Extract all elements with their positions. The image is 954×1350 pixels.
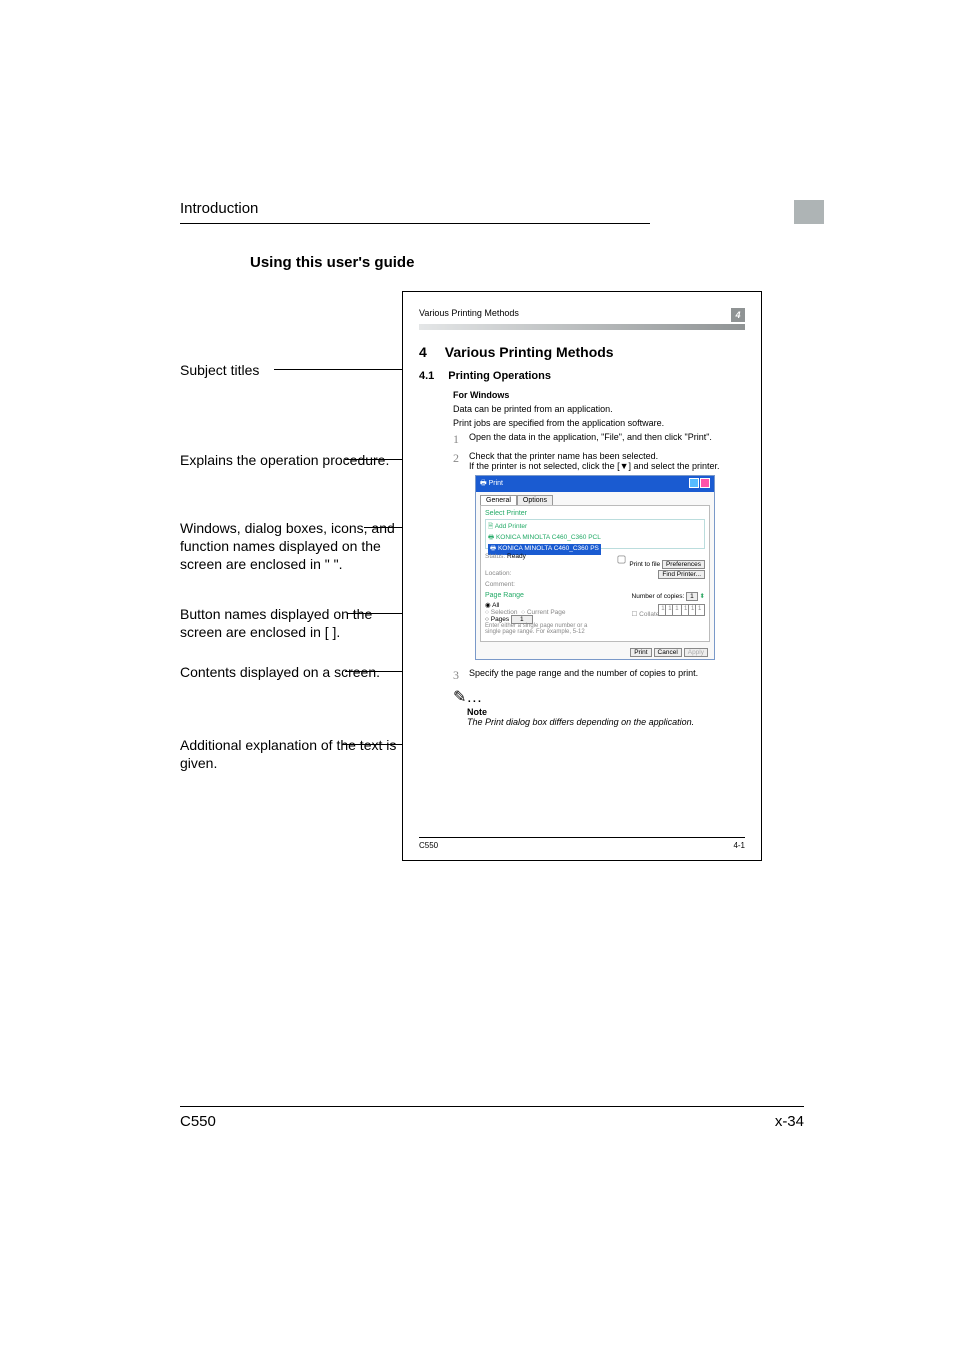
sample-h1: 4Various Printing Methods <box>419 344 745 360</box>
dialog-title: Print <box>489 480 503 487</box>
callout-additional-explanation: Additional explanation of the text is gi… <box>180 736 410 772</box>
sample-footer-page: 4-1 <box>733 841 745 850</box>
tab-general: General <box>480 495 517 505</box>
chapter-tab <box>794 200 824 224</box>
print-dialog: 🖶 Print GeneralOptions Select Printer 🗎 … <box>475 475 715 660</box>
btn-apply: Apply <box>684 648 708 657</box>
sample-page-inset: Various Printing Methods 4 4Various Prin… <box>402 291 762 861</box>
section-title: Using this user's guide <box>250 254 804 271</box>
printer-list: 🗎 Add Printer 🖶 KONICA MINOLTA C460_C360… <box>485 519 705 549</box>
note-heading: Note <box>467 707 745 717</box>
btn-preferences: Preferences <box>662 560 705 569</box>
callout-operation-procedure: Explains the operation procedure. <box>180 451 389 469</box>
sample-header-text: Various Printing Methods <box>419 308 519 322</box>
step-text-1: Open the data in the application, "File"… <box>469 432 745 447</box>
footer-model: C550 <box>180 1113 216 1130</box>
sample-h2: 4.1Printing Operations <box>419 370 745 382</box>
note-icon: ✎… <box>453 687 745 707</box>
btn-print: Print <box>630 648 651 657</box>
sample-header-num: 4 <box>731 308 745 322</box>
callout-screen-contents: Contents displayed on a screen. <box>180 663 380 681</box>
sample-h3: For Windows <box>453 390 745 400</box>
radio-pages: Pages 1 <box>485 616 595 623</box>
chk-print-to-file <box>617 556 625 564</box>
sample-body-1: Data can be printed from an application. <box>453 404 745 414</box>
item-printer-pcl: 🖶 KONICA MINOLTA C460_C360 PCL <box>488 533 702 544</box>
group-select-printer: Select Printer <box>485 510 705 517</box>
step-number-2: 2 <box>453 451 459 471</box>
tab-options: Options <box>517 495 553 505</box>
btn-cancel: Cancel <box>654 648 682 657</box>
callout-bracketed-buttons: Button names displayed on the screen are… <box>180 605 410 641</box>
breadcrumb: Introduction <box>180 200 804 219</box>
step-number-1: 1 <box>453 432 459 447</box>
radio-all: All <box>485 601 595 609</box>
btn-find-printer: Find Printer... <box>658 570 705 579</box>
window-buttons <box>688 478 710 490</box>
sample-body-2: Print jobs are specified from the applic… <box>453 418 745 428</box>
sample-footer-model: C550 <box>419 841 438 850</box>
item-add-printer: 🗎 Add Printer <box>488 522 702 533</box>
note-text: The Print dialog box differs depending o… <box>467 717 745 727</box>
footer-page-number: x-34 <box>775 1113 804 1130</box>
step-text-2: Check that the printer name has been sel… <box>469 451 745 471</box>
step-text-3: Specify the page range and the number of… <box>469 668 745 683</box>
close-icon <box>700 478 710 488</box>
callout-subject-titles: Subject titles <box>180 361 259 379</box>
step-number-3: 3 <box>453 668 459 683</box>
help-icon <box>689 478 699 488</box>
